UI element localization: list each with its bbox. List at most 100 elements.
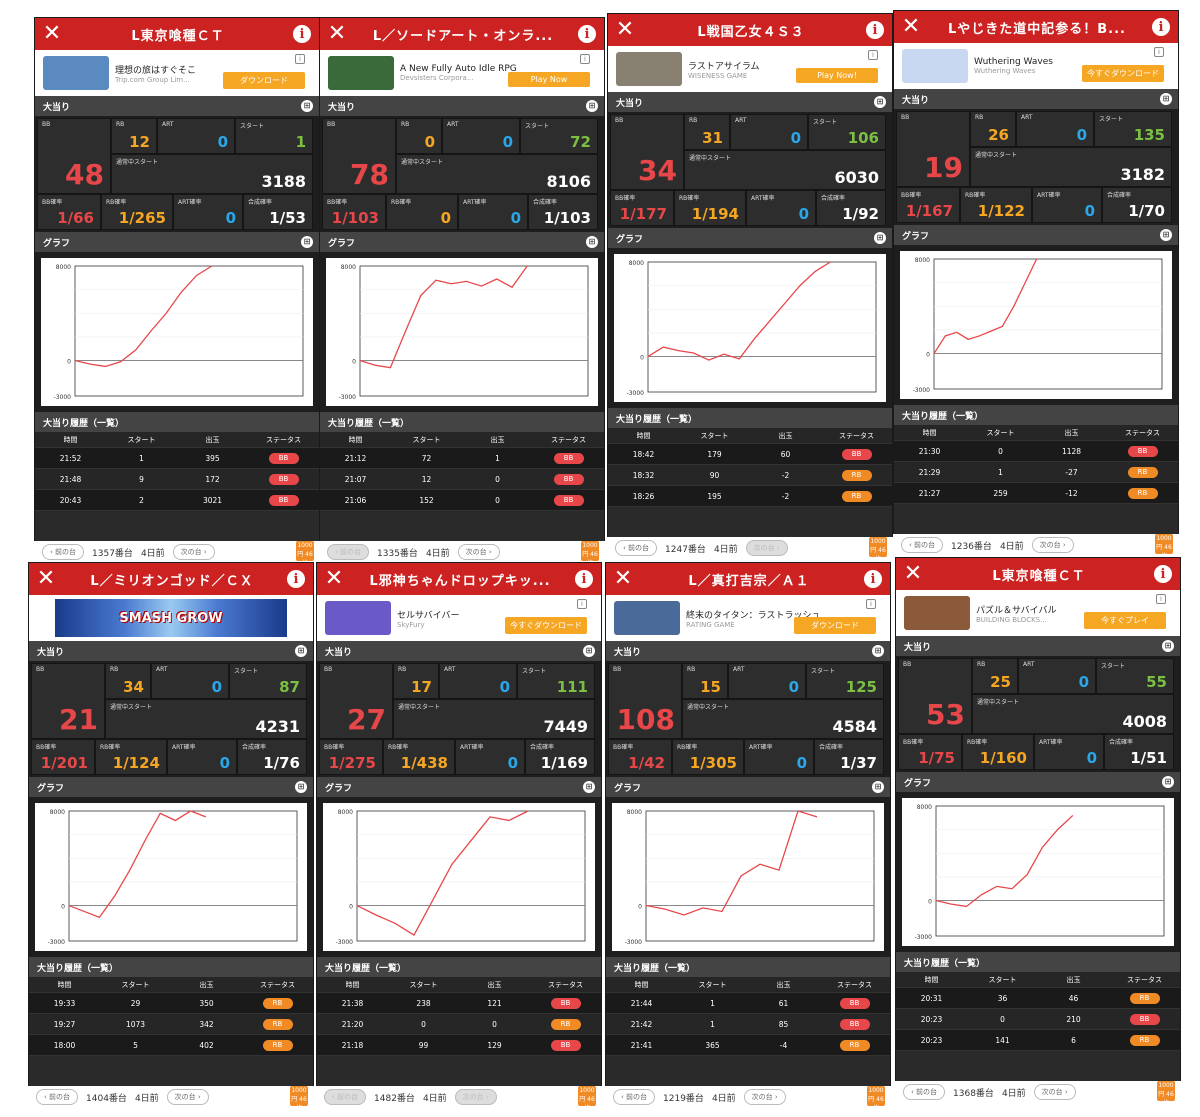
ad-cta-button[interactable]: 今すぐプレイ <box>1084 612 1166 629</box>
ad-thumbnail[interactable] <box>616 52 682 86</box>
prev-machine-button[interactable]: ‹ 前の台 <box>613 1089 656 1105</box>
ad-info-icon[interactable]: i <box>866 599 876 609</box>
close-icon[interactable]: ✕ <box>606 563 640 595</box>
toggle-icon[interactable]: ⊞ <box>301 236 313 248</box>
history-row[interactable]: 21:06 152 0 BB <box>320 490 604 511</box>
history-row[interactable]: 21:42 1 85 BB <box>606 1014 890 1035</box>
close-icon[interactable]: ✕ <box>29 563 63 595</box>
toggle-icon[interactable]: ⊞ <box>295 781 307 793</box>
toggle-icon[interactable]: ⊞ <box>872 645 884 657</box>
history-row[interactable]: 21:30 0 1128 BB <box>894 441 1178 462</box>
ad-thumbnail[interactable] <box>325 601 391 635</box>
ad-cta-button[interactable]: Play Now <box>508 72 590 87</box>
history-row[interactable]: 20:31 36 46 RB <box>896 988 1180 1009</box>
ad-cta-button[interactable]: ダウンロード <box>794 617 876 634</box>
history-row[interactable]: 21:52 1 395 BB <box>35 448 319 469</box>
ad-thumbnail[interactable] <box>904 596 970 630</box>
info-icon[interactable]: i <box>287 570 305 588</box>
ad-info-icon[interactable]: i <box>295 54 305 64</box>
toggle-icon[interactable]: ⊞ <box>586 236 598 248</box>
toggle-icon[interactable]: ⊞ <box>1160 229 1172 241</box>
ad-cta-button[interactable]: 今すぐダウンロード <box>1082 65 1164 82</box>
history-row[interactable]: 18:00 5 402 RB <box>29 1035 313 1056</box>
history-row[interactable]: 18:42 179 60 BB <box>608 444 892 465</box>
history-row[interactable]: 19:33 29 350 RB <box>29 993 313 1014</box>
prev-machine-button[interactable]: ‹ 前の台 <box>903 1084 946 1100</box>
close-icon[interactable]: ✕ <box>317 563 351 595</box>
ad-area[interactable]: ラストアサイラム WISENESS GAME i Play Now! <box>608 46 892 92</box>
history-row[interactable]: 21:48 9 172 BB <box>35 469 319 490</box>
ad-info-icon[interactable]: i <box>868 50 878 60</box>
next-machine-button[interactable]: 次の台 › <box>166 1089 209 1105</box>
history-row[interactable]: 21:44 1 61 BB <box>606 993 890 1014</box>
toggle-icon[interactable]: ⊞ <box>583 645 595 657</box>
prev-machine-button[interactable]: ‹ 前の台 <box>36 1089 79 1105</box>
info-icon[interactable]: i <box>1154 565 1172 583</box>
ad-area[interactable]: A New Fully Auto Idle RPG Devsisters Corp… <box>320 50 604 96</box>
toggle-icon[interactable]: ⊞ <box>874 96 886 108</box>
ad-cta-button[interactable]: Play Now! <box>796 68 878 83</box>
ad-thumbnail[interactable] <box>902 49 968 83</box>
info-icon[interactable]: i <box>866 21 884 39</box>
ad-cta-button[interactable]: 今すぐダウンロード <box>505 617 587 634</box>
close-icon[interactable]: ✕ <box>35 18 69 50</box>
toggle-icon[interactable]: ⊞ <box>1162 640 1174 652</box>
toggle-icon[interactable]: ⊞ <box>583 781 595 793</box>
toggle-icon[interactable]: ⊞ <box>874 232 886 244</box>
close-icon[interactable]: ✕ <box>320 18 354 50</box>
toggle-icon[interactable]: ⊞ <box>872 781 884 793</box>
history-row[interactable]: 20:23 0 210 BB <box>896 1009 1180 1030</box>
history-row[interactable]: 20:43 2 3021 BB <box>35 490 319 511</box>
next-machine-button[interactable]: 次の台 › <box>743 1089 786 1105</box>
toggle-icon[interactable]: ⊞ <box>295 645 307 657</box>
info-icon[interactable]: i <box>575 570 593 588</box>
prev-machine-button[interactable]: ‹ 前の台 <box>327 544 370 560</box>
ad-thumbnail[interactable] <box>328 56 394 90</box>
toggle-icon[interactable]: ⊞ <box>586 100 598 112</box>
history-row[interactable]: 21:41 365 -4 RB <box>606 1035 890 1056</box>
ad-area[interactable]: Wuthering Waves Wuthering Waves i 今すぐダウンロード <box>894 43 1178 89</box>
ad-cta-button[interactable]: ダウンロード <box>223 72 305 89</box>
history-row[interactable]: 21:20 0 0 RB <box>317 1014 601 1035</box>
prev-machine-button[interactable]: ‹ 前の台 <box>901 537 944 553</box>
info-icon[interactable]: i <box>293 25 311 43</box>
next-machine-button[interactable]: 次の台 › <box>1033 1084 1076 1100</box>
next-machine-button[interactable]: 次の台 › <box>1031 537 1074 553</box>
info-icon[interactable]: i <box>578 25 596 43</box>
history-row[interactable]: 21:07 12 0 BB <box>320 469 604 490</box>
close-icon[interactable]: ✕ <box>896 558 930 590</box>
close-icon[interactable]: ✕ <box>608 14 642 46</box>
ad-banner[interactable]: SMASH GROW <box>29 595 313 641</box>
next-machine-button[interactable]: 次の台 › <box>172 544 215 560</box>
ad-info-icon[interactable]: i <box>1154 47 1164 57</box>
history-row[interactable]: 21:18 99 129 BB <box>317 1035 601 1056</box>
prev-machine-button[interactable]: ‹ 前の台 <box>324 1089 367 1105</box>
toggle-icon[interactable]: ⊞ <box>1160 93 1172 105</box>
ad-thumbnail[interactable] <box>43 56 109 90</box>
history-row[interactable]: 21:12 72 1 BB <box>320 448 604 469</box>
close-icon[interactable]: ✕ <box>894 11 928 43</box>
ad-area[interactable]: 理想の旅はすぐそこ Trip.com Group Lim... i ダウンロード <box>35 50 319 96</box>
ad-info-icon[interactable]: i <box>577 599 587 609</box>
toggle-icon[interactable]: ⊞ <box>301 100 313 112</box>
history-row[interactable]: 21:38 238 121 BB <box>317 993 601 1014</box>
ad-thumbnail[interactable] <box>614 601 680 635</box>
history-row[interactable]: 18:26 195 -2 RB <box>608 486 892 507</box>
toggle-icon[interactable]: ⊞ <box>1162 776 1174 788</box>
info-icon[interactable]: i <box>864 570 882 588</box>
ad-area[interactable]: セルサバイバー SkyFury i 今すぐダウンロード <box>317 595 601 641</box>
prev-machine-button[interactable]: ‹ 前の台 <box>42 544 85 560</box>
ad-info-icon[interactable]: i <box>1156 594 1166 604</box>
history-row[interactable]: 21:27 259 -12 RB <box>894 483 1178 504</box>
history-row[interactable]: 21:29 1 -27 RB <box>894 462 1178 483</box>
next-machine-button[interactable]: 次の台 › <box>457 544 500 560</box>
next-machine-button[interactable]: 次の台 › <box>745 540 788 556</box>
history-row[interactable]: 20:23 141 6 RB <box>896 1030 1180 1051</box>
ad-area[interactable]: パズル＆サバイバル BUILDING BLOCKS... i 今すぐプレイ <box>896 590 1180 636</box>
info-icon[interactable]: i <box>1152 18 1170 36</box>
ad-banner-art[interactable]: SMASH GROW <box>55 599 287 637</box>
next-machine-button[interactable]: 次の台 › <box>454 1089 497 1105</box>
ad-info-icon[interactable]: i <box>580 54 590 64</box>
prev-machine-button[interactable]: ‹ 前の台 <box>615 540 658 556</box>
ad-area[interactable]: 終末のタイタン：ラストラッシュ RATING GAME i ダウンロード <box>606 595 890 641</box>
